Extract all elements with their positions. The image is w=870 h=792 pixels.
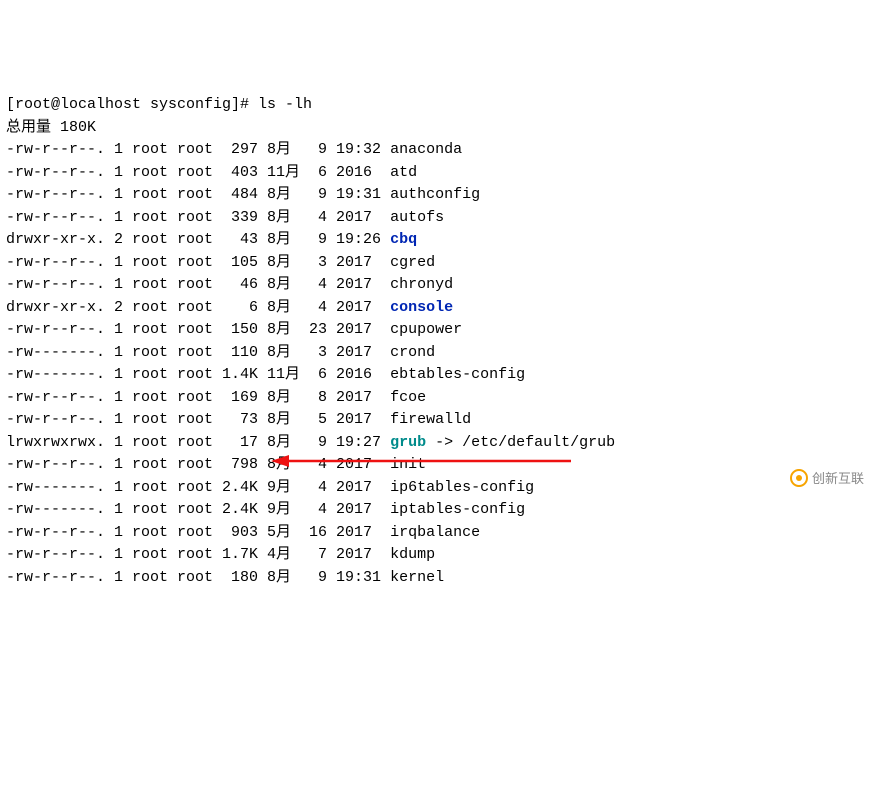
file-name: firewalld: [390, 411, 471, 428]
listing-row: drwxr-xr-x. 2 root root 43 8月 9 19:26 cb…: [6, 229, 864, 252]
file-name: atd: [390, 164, 417, 181]
listing-row: drwxr-xr-x. 2 root root 6 8月 4 2017 cons…: [6, 297, 864, 320]
file-name: cgred: [390, 254, 435, 271]
listing-row: -rw-r--r--. 1 root root 46 8月 4 2017 chr…: [6, 274, 864, 297]
listing-row: -rw-r--r--. 1 root root 339 8月 4 2017 au…: [6, 207, 864, 230]
total-line: 总用量 180K: [6, 117, 864, 140]
listing-row: -rw-r--r--. 1 root root 1.7K 4月 7 2017 k…: [6, 544, 864, 567]
file-name: crond: [390, 344, 435, 361]
listing-row: -rw-r--r--. 1 root root 403 11月 6 2016 a…: [6, 162, 864, 185]
file-name: cpupower: [390, 321, 462, 338]
file-name: init: [390, 456, 426, 473]
listing-row: -rw-------. 1 root root 2.4K 9月 4 2017 i…: [6, 499, 864, 522]
listing-row: -rw-r--r--. 1 root root 297 8月 9 19:32 a…: [6, 139, 864, 162]
listing-row: -rw-r--r--. 1 root root 105 8月 3 2017 cg…: [6, 252, 864, 275]
file-name: ebtables-config: [390, 366, 525, 383]
command-text: ls -lh: [258, 96, 312, 113]
terminal-output: [root@localhost sysconfig]# ls -lh总用量 18…: [6, 94, 864, 589]
file-name: ip6tables-config: [390, 479, 534, 496]
listing-row: -rw-r--r--. 1 root root 73 8月 5 2017 fir…: [6, 409, 864, 432]
listing-row: -rw-r--r--. 1 root root 150 8月 23 2017 c…: [6, 319, 864, 342]
listing-row: -rw-r--r--. 1 root root 903 5月 16 2017 i…: [6, 522, 864, 545]
file-name: irqbalance: [390, 524, 480, 541]
file-name: cbq: [390, 231, 417, 248]
listing-row: lrwxrwxrwx. 1 root root 17 8月 9 19:27 gr…: [6, 432, 864, 455]
file-name: autofs: [390, 209, 444, 226]
file-name: console: [390, 299, 453, 316]
listing-row: -rw-------. 1 root root 2.4K 9月 4 2017 i…: [6, 477, 864, 500]
file-name: kernel: [390, 569, 444, 586]
prompt-line: [root@localhost sysconfig]# ls -lh: [6, 94, 864, 117]
listing-row: -rw-r--r--. 1 root root 169 8月 8 2017 fc…: [6, 387, 864, 410]
symlink-target: -> /etc/default/grub: [426, 434, 615, 451]
shell-prompt: [root@localhost sysconfig]#: [6, 96, 258, 113]
file-name: chronyd: [390, 276, 453, 293]
listing-row: -rw-r--r--. 1 root root 180 8月 9 19:31 k…: [6, 567, 864, 590]
file-name: fcoe: [390, 389, 426, 406]
file-name: authconfig: [390, 186, 480, 203]
listing-row: -rw-------. 1 root root 1.4K 11月 6 2016 …: [6, 364, 864, 387]
file-name: anaconda: [390, 141, 462, 158]
file-name: iptables-config: [390, 501, 525, 518]
file-name: kdump: [390, 546, 435, 563]
listing-row: -rw-r--r--. 1 root root 798 8月 4 2017 in…: [6, 454, 864, 477]
file-name: grub: [390, 434, 426, 451]
listing-row: -rw-r--r--. 1 root root 484 8月 9 19:31 a…: [6, 184, 864, 207]
listing-row: -rw-------. 1 root root 110 8月 3 2017 cr…: [6, 342, 864, 365]
